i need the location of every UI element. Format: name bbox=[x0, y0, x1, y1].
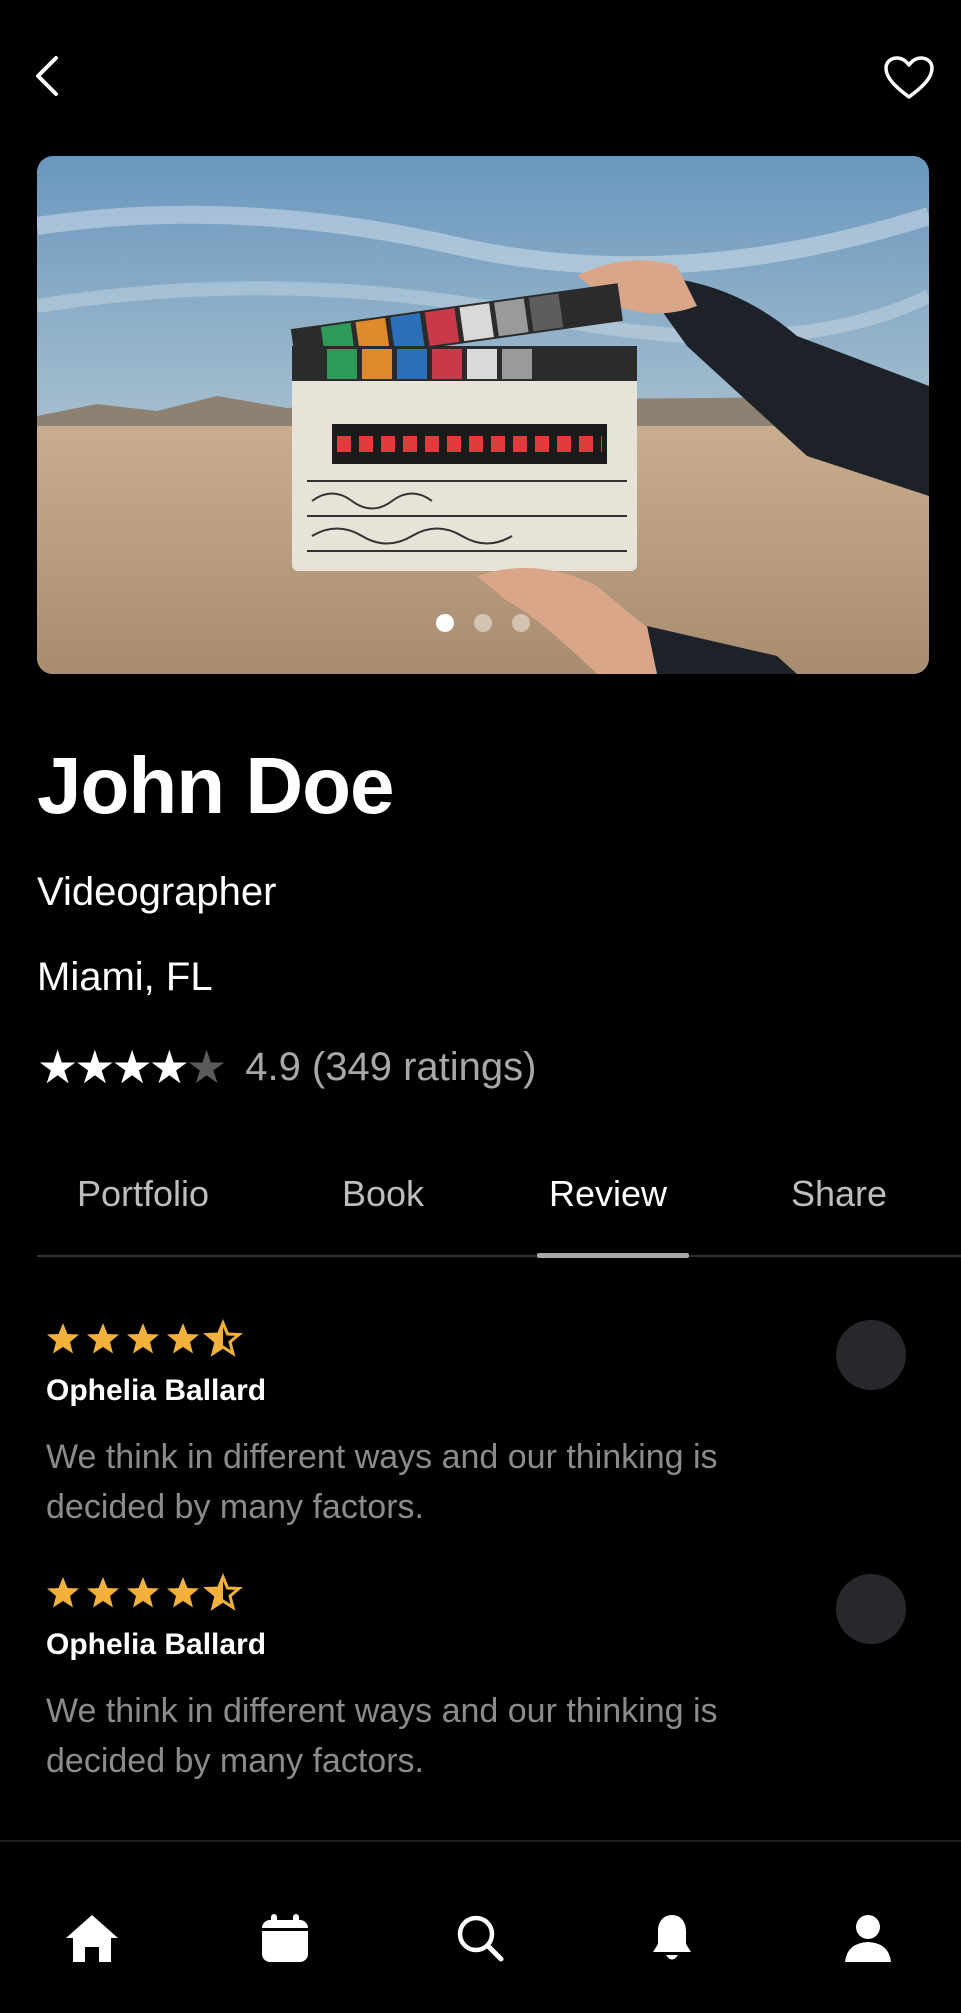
home-icon bbox=[66, 1915, 118, 1962]
heart-outline-icon bbox=[884, 56, 934, 99]
star-rating-icon bbox=[47, 1321, 241, 1355]
profile-rating: ★★★★★ 4.9 (349 ratings) bbox=[37, 1040, 536, 1094]
tab-review[interactable]: Review bbox=[549, 1173, 667, 1215]
tab-book[interactable]: Book bbox=[342, 1173, 424, 1215]
carousel-dot[interactable] bbox=[436, 614, 454, 632]
tab-share[interactable]: Share bbox=[791, 1173, 887, 1215]
nav-notifications[interactable] bbox=[642, 1908, 702, 1968]
bell-icon bbox=[653, 1915, 691, 1960]
star-rating-icon bbox=[47, 1575, 241, 1609]
nav-search[interactable] bbox=[450, 1908, 510, 1968]
profile-role: Videographer bbox=[37, 870, 277, 914]
tab-portfolio[interactable]: Portfolio bbox=[77, 1173, 209, 1215]
hero-photo bbox=[37, 156, 929, 674]
rating-text: 4.9 (349 ratings) bbox=[245, 1044, 537, 1089]
review-text: We think in different ways and our think… bbox=[46, 1692, 718, 1780]
review-item: Ophelia Ballard We think in different wa… bbox=[46, 1318, 906, 1532]
carousel-dot[interactable] bbox=[512, 614, 530, 632]
review-stars bbox=[46, 1318, 906, 1360]
active-tab-indicator bbox=[537, 1253, 689, 1258]
avatar[interactable] bbox=[836, 1574, 906, 1644]
carousel-dot[interactable] bbox=[474, 614, 492, 632]
carousel-indicators bbox=[37, 614, 929, 632]
chevron-left-icon bbox=[36, 56, 58, 96]
back-button[interactable] bbox=[22, 48, 72, 104]
nav-calendar[interactable] bbox=[255, 1908, 315, 1968]
reviewer-name: Ophelia Ballard bbox=[46, 1628, 267, 1661]
profile-tabs: Portfolio Book Review Share bbox=[37, 1165, 961, 1258]
calendar-icon bbox=[262, 1914, 308, 1962]
review-item: Ophelia Ballard We think in different wa… bbox=[46, 1572, 906, 1786]
avatar[interactable] bbox=[836, 1320, 906, 1390]
profile-name: John Doe bbox=[37, 741, 394, 830]
rating-stars-icon: ★★★★★ bbox=[37, 1041, 227, 1093]
review-text: We think in different ways and our think… bbox=[46, 1438, 718, 1526]
top-bar bbox=[0, 0, 961, 150]
nav-home[interactable] bbox=[62, 1908, 122, 1968]
hero-image-carousel[interactable] bbox=[37, 156, 929, 674]
favorite-button[interactable] bbox=[879, 50, 939, 106]
bottom-nav bbox=[0, 1842, 961, 2013]
profile-location: Miami, FL bbox=[37, 955, 213, 999]
search-icon bbox=[457, 1915, 504, 1962]
reviewer-name: Ophelia Ballard bbox=[46, 1374, 267, 1407]
user-icon bbox=[845, 1915, 891, 1962]
nav-profile[interactable] bbox=[838, 1908, 898, 1968]
review-stars bbox=[46, 1572, 906, 1614]
